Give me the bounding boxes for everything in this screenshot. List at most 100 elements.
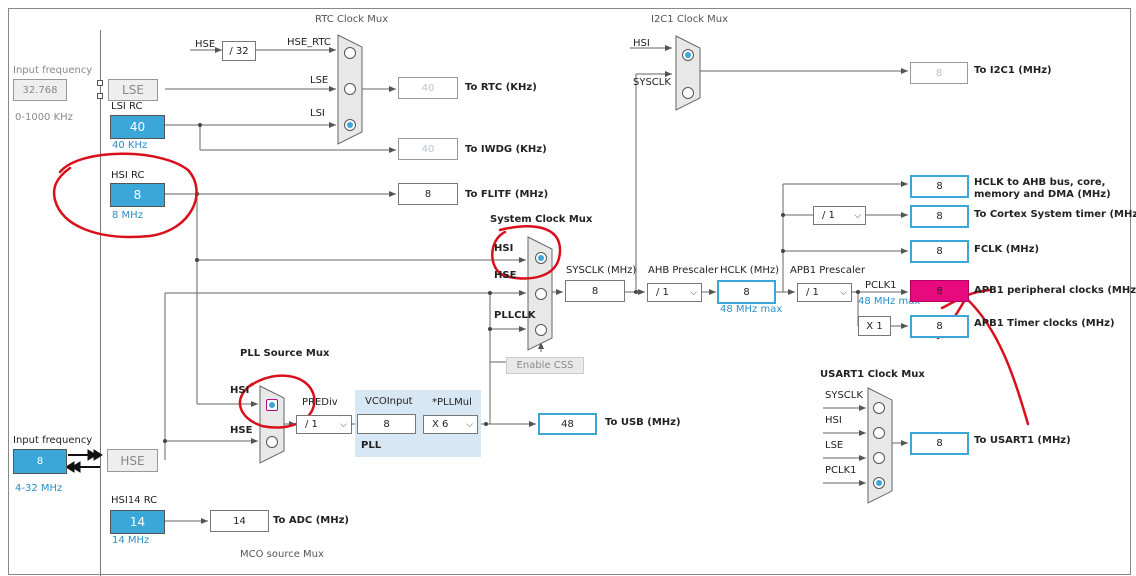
rtc-input-lsi-label: LSI [310, 108, 325, 119]
ahb-prescaler-select[interactable]: / 1 ⌵ [647, 283, 702, 302]
prediv-value: / 1 [305, 419, 318, 430]
annotation-arrow-apb1 [936, 288, 1030, 426]
pll-mul-select[interactable]: X 6 ⌵ [423, 415, 478, 434]
pll-source-mux-title: PLL Source Mux [240, 348, 330, 359]
rtc-output-label: To RTC (KHz) [465, 82, 537, 93]
pll-source-radio-hsi[interactable] [266, 399, 278, 411]
apb1-timer-multiplier[interactable]: X 1 [858, 316, 891, 336]
hclk-value-field[interactable]: 8 [717, 280, 776, 304]
mco-mux-title: MCO source Mux [240, 549, 324, 560]
apb1-peripheral-value: 8 [910, 280, 969, 302]
pll-name-label: PLL [361, 440, 382, 451]
rtc-output-value: 40 [398, 77, 458, 99]
usart1-radio-sysclk[interactable] [873, 402, 885, 414]
hsi14-frequency: 14 MHz [112, 535, 150, 546]
apb1-prescaler-select[interactable]: / 1 ⌵ [797, 283, 852, 302]
rtc-radio-hse[interactable] [344, 47, 356, 59]
flitf-output-label: To FLITF (MHz) [465, 189, 549, 200]
hclk-ahb-output-value: 8 [910, 175, 969, 198]
chevron-down-icon: ⌵ [840, 287, 847, 298]
cortex-timer-output-value: 8 [910, 205, 969, 228]
lse-block[interactable]: LSE [108, 79, 158, 101]
adc-output-label: To ADC (MHz) [273, 515, 349, 526]
fclk-output-value: 8 [910, 240, 969, 263]
hclk-label: HCLK (MHz) [720, 265, 780, 276]
system-input-pllclk-label: PLLCLK [494, 310, 536, 321]
hsi-rc-value: 8 [110, 183, 165, 207]
hse-block[interactable]: HSE [107, 449, 158, 472]
usart1-input-lse-label: LSE [825, 440, 844, 451]
pll-source-radio-hse[interactable] [266, 436, 278, 448]
apb1-prescaler-value: / 1 [806, 287, 819, 298]
prediv-select[interactable]: / 1 ⌵ [296, 415, 352, 434]
ahb-prescaler-value: / 1 [656, 287, 669, 298]
hse-input-frequency-field[interactable]: 8 [13, 449, 67, 474]
hsi-rc-title: HSI RC [111, 170, 145, 181]
i2c1-output-label: To I2C1 (MHz) [974, 65, 1052, 76]
sysclk-value: 8 [565, 280, 625, 302]
usart1-output-value: 8 [910, 432, 969, 455]
iwdg-output-label: To IWDG (KHz) [465, 144, 547, 155]
i2c1-input-hsi-label: HSI [633, 38, 650, 49]
hsi14-rc-title: HSI14 RC [111, 495, 158, 506]
usart1-radio-lse[interactable] [873, 452, 885, 464]
system-radio-pllclk[interactable] [535, 324, 547, 336]
pll-source-input-hse-label: HSE [230, 425, 253, 436]
lse-range-label: 0-1000 KHz [15, 112, 73, 123]
system-radio-hse[interactable] [535, 288, 547, 300]
hclk-ahb-output-label-line2: memory and DMA (MHz) [974, 189, 1111, 200]
chevron-down-icon: ⌵ [854, 210, 861, 221]
enable-css-button[interactable]: Enable CSS [506, 357, 584, 374]
pll-source-mux-shape [259, 385, 285, 464]
lse-input-frequency-field[interactable]: 32.768 [13, 79, 67, 101]
fclk-output-label: FCLK (MHz) [974, 244, 1040, 255]
system-radio-hsi[interactable] [535, 252, 547, 264]
chevron-down-icon: ⌵ [466, 419, 473, 430]
lse-osc-out-pin [97, 93, 103, 99]
usart1-radio-pclk1[interactable] [873, 477, 885, 489]
prediv-label: PREDiv [302, 397, 338, 408]
hclk-max: 48 MHz max [720, 304, 783, 315]
usart1-input-sysclk-label: SYSCLK [825, 390, 863, 401]
hsi-frequency: 8 MHz [112, 210, 143, 221]
cortex-timer-divider-value: / 1 [822, 210, 835, 221]
apb1-peripheral-label: APB1 peripheral clocks (MHz) [974, 285, 1136, 296]
pclk1-label: PCLK1 [865, 280, 897, 291]
rtc-radio-lse[interactable] [344, 83, 356, 95]
cortex-timer-divider-select[interactable]: / 1 ⌵ [813, 206, 866, 225]
hclk-ahb-output-label-line1: HCLK to AHB bus, core, [974, 177, 1106, 188]
adc-output-value: 14 [210, 510, 269, 532]
usart1-input-hsi-label: HSI [825, 415, 842, 426]
rtc-radio-lsi[interactable] [344, 119, 356, 131]
i2c1-radio-hsi[interactable] [682, 49, 694, 61]
hse-rtc-divider[interactable]: / 32 [222, 41, 256, 61]
system-input-hsi-label: HSI [494, 243, 514, 254]
lse-input-frequency-label: Input frequency [13, 65, 93, 76]
pll-mul-label: *PLLMul [432, 397, 472, 408]
vco-input-value: 8 [357, 414, 416, 434]
chevron-down-icon: ⌵ [340, 419, 347, 430]
hse-range-label: 4-32 MHz [15, 483, 63, 494]
apb1-timer-label: APB1 Timer clocks (MHz) [974, 318, 1115, 329]
rtc-mux-title: RTC Clock Mux [315, 14, 389, 25]
iwdg-output-value: 40 [398, 138, 458, 160]
pll-mul-value: X 6 [432, 419, 449, 430]
i2c1-mux-title: I2C1 Clock Mux [651, 14, 729, 25]
ahb-prescaler-label: AHB Prescaler [648, 265, 719, 276]
hse-input-frequency-label: Input frequency [13, 435, 93, 446]
pll-source-input-hsi-label: HSI [230, 385, 250, 396]
usart1-input-pclk1-label: PCLK1 [825, 465, 857, 476]
rtc-input-hse-label: HSE [195, 39, 216, 50]
apb1-prescaler-label: APB1 Prescaler [790, 265, 866, 276]
usart1-mux-title: USART1 Clock Mux [820, 369, 925, 380]
usart1-radio-hsi[interactable] [873, 427, 885, 439]
usb-output-label: To USB (MHz) [605, 417, 681, 428]
system-input-hse-label: HSE [494, 270, 517, 281]
lsi-frequency: 40 KHz [112, 140, 148, 151]
clock-configuration-canvas: { "mux_titles": { "rtc": "RTC Clock Mux"… [0, 0, 1136, 576]
flitf-output-value: 8 [398, 183, 458, 205]
system-mux-title: System Clock Mux [490, 214, 593, 225]
usb-output-value: 48 [538, 413, 597, 435]
i2c1-radio-sysclk[interactable] [682, 87, 694, 99]
rtc-input-lse-label: LSE [310, 75, 329, 86]
